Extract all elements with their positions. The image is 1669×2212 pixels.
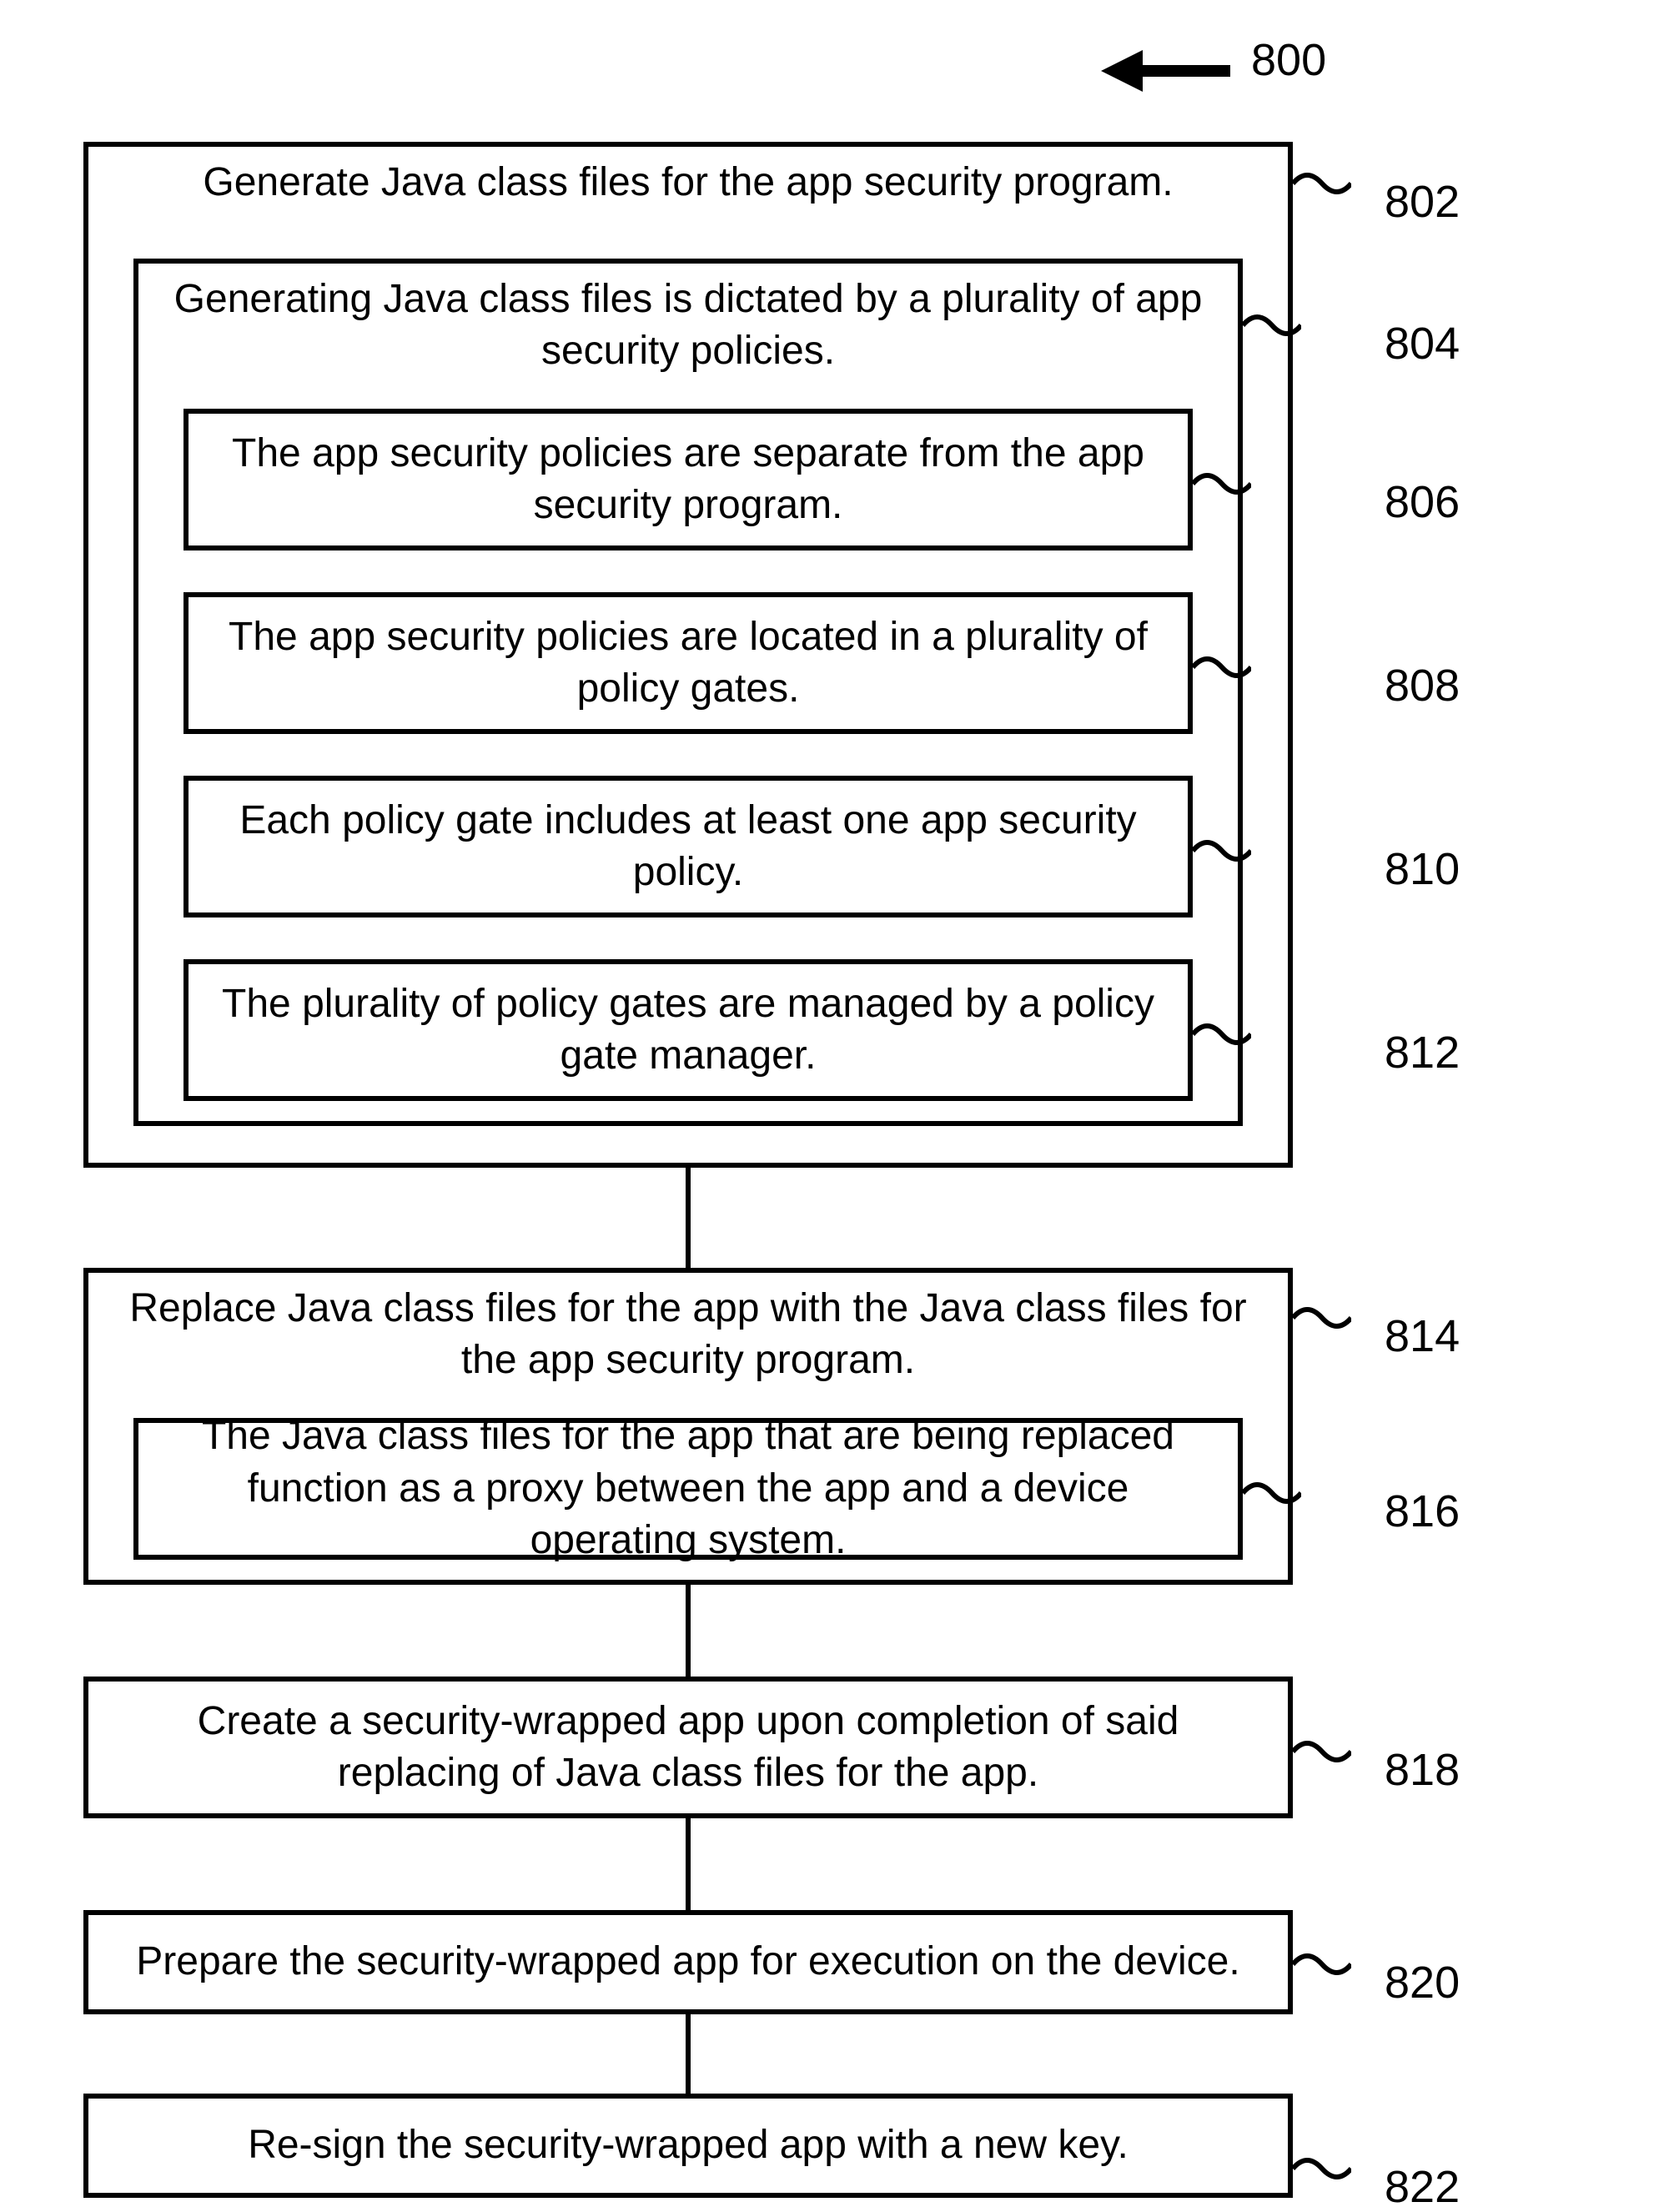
connector-820-822 [686, 2014, 691, 2094]
ref-tick-818 [1293, 1735, 1351, 1768]
ref-822: 822 [1385, 2164, 1460, 2209]
ref-tick-816 [1243, 1476, 1301, 1510]
figure-ref-label: 800 [1251, 38, 1326, 83]
connector-802-814 [686, 1168, 691, 1268]
ref-802: 802 [1385, 179, 1460, 224]
step-818-text: Create a security-wrapped app upon compl… [88, 1696, 1288, 1800]
ref-tick-804 [1243, 309, 1301, 342]
step-812: The plurality of policy gates are manage… [183, 959, 1193, 1101]
step-818: Create a security-wrapped app upon compl… [83, 1677, 1293, 1818]
ref-tick-812 [1193, 1018, 1251, 1051]
ref-810: 810 [1385, 847, 1460, 892]
ref-tick-808 [1193, 651, 1251, 684]
ref-820: 820 [1385, 1960, 1460, 2005]
ref-806: 806 [1385, 480, 1460, 525]
ref-804: 804 [1385, 321, 1460, 366]
ref-tick-820 [1293, 1948, 1351, 1981]
step-814-text: Replace Java class files for the app wit… [88, 1283, 1288, 1387]
connector-818-820 [686, 1818, 691, 1910]
ref-814: 814 [1385, 1314, 1460, 1359]
ref-tick-802 [1293, 167, 1351, 200]
step-810-text: Each policy gate includes at least one a… [189, 795, 1188, 899]
step-806: The app security policies are separate f… [183, 409, 1193, 550]
ref-818: 818 [1385, 1747, 1460, 1792]
step-808-text: The app security policies are located in… [189, 611, 1188, 716]
step-820-text: Prepare the security-wrapped app for exe… [111, 1936, 1264, 1988]
figure-ref-arrow [1101, 42, 1234, 100]
ref-tick-806 [1193, 467, 1251, 500]
step-816-text: The Java class files for the app that ar… [138, 1410, 1238, 1566]
step-808: The app security policies are located in… [183, 592, 1193, 734]
ref-808: 808 [1385, 663, 1460, 708]
ref-tick-822 [1293, 2152, 1351, 2185]
step-804-text: Generating Java class files is dictated … [138, 274, 1238, 378]
step-802-text: Generate Java class files for the app se… [178, 157, 1198, 209]
ref-816: 816 [1385, 1489, 1460, 1534]
step-806-text: The app security policies are separate f… [189, 428, 1188, 532]
step-812-text: The plurality of policy gates are manage… [189, 978, 1188, 1083]
step-816: The Java class files for the app that ar… [133, 1418, 1243, 1560]
step-822: Re-sign the security-wrapped app with a … [83, 2094, 1293, 2198]
ref-tick-810 [1193, 834, 1251, 867]
step-822-text: Re-sign the security-wrapped app with a … [223, 2119, 1154, 2171]
connector-814-818 [686, 1585, 691, 1677]
ref-tick-814 [1293, 1301, 1351, 1335]
step-810: Each policy gate includes at least one a… [183, 776, 1193, 917]
ref-812: 812 [1385, 1030, 1460, 1075]
step-820: Prepare the security-wrapped app for exe… [83, 1910, 1293, 2014]
